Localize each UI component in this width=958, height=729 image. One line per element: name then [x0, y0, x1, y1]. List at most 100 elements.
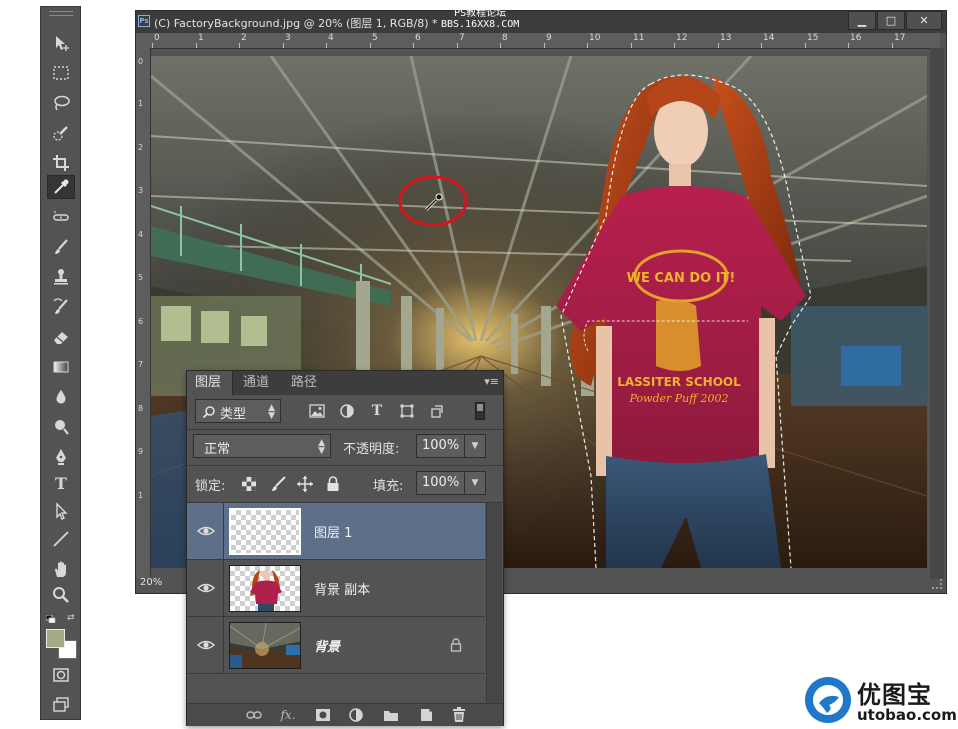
zoom-tool-icon[interactable]	[47, 583, 75, 607]
bird-logo-icon	[805, 677, 851, 723]
mask-icon[interactable]	[314, 707, 332, 723]
filter-type-icon[interactable]: T	[367, 401, 387, 421]
layer-name[interactable]: 背景 副本	[314, 579, 370, 598]
tab-layers[interactable]: 图层	[187, 371, 233, 395]
path-selection-tool-icon[interactable]	[47, 499, 75, 523]
layer-name[interactable]: 背景	[314, 636, 340, 655]
ruler-label: 8	[138, 404, 144, 413]
eraser-tool-icon[interactable]	[47, 325, 75, 349]
horizontal-ruler[interactable]: 0 1 2 3 4 5 6 7 8 9 10 11 12 13 14 15 16…	[150, 33, 940, 49]
ruler-label: 1	[198, 33, 204, 43]
lock-all-icon[interactable]	[324, 475, 342, 493]
move-tool-icon[interactable]	[47, 31, 75, 55]
logo-text: 优图宝	[857, 681, 932, 709]
ruler-label: 9	[138, 447, 144, 456]
hand-tool-icon[interactable]	[47, 557, 75, 581]
tab-channels[interactable]: 通道	[235, 371, 281, 395]
ruler-label: 10	[589, 33, 601, 43]
document-titlebar[interactable]: Ps (C) FactoryBackground.jpg @ 20% (图层 1…	[136, 8, 946, 33]
maximize-icon: □	[885, 14, 897, 27]
clone-stamp-tool-icon[interactable]	[47, 265, 75, 289]
layers-panel: 图层 通道 路径 ▾≡ 类型 ▲ ▼ T 正常 ▲ ▼ 不透明度: 100% ▼ 锁…	[186, 370, 504, 726]
zoom-level[interactable]: 20%	[140, 577, 162, 588]
ruler-label: 8	[502, 33, 508, 43]
swap-colors-icon[interactable]: ⇄	[67, 613, 75, 623]
brush-tool-icon[interactable]	[47, 235, 75, 259]
filter-toggle-switch[interactable]	[475, 402, 485, 420]
lock-transparent-pixels-icon[interactable]	[240, 475, 258, 493]
opacity-label: 不透明度:	[343, 442, 400, 457]
toolbar-grip[interactable]	[49, 11, 73, 16]
ruler-origin[interactable]	[136, 33, 150, 48]
fill-dropdown-icon[interactable]: ▼	[464, 472, 485, 494]
maximize-button[interactable]: □	[877, 11, 905, 30]
ruler-label: 16	[850, 33, 862, 43]
fx-icon[interactable]: fx.	[279, 707, 297, 723]
vertical-ruler[interactable]: 0 1 2 3 4 5 6 7 8 9 1	[136, 48, 151, 579]
quick-selection-tool-icon[interactable]	[47, 121, 75, 145]
ruler-label: 14	[763, 33, 775, 43]
new-layer-icon[interactable]	[417, 707, 435, 723]
type-tool-glyph: T	[55, 473, 67, 493]
photoshop-icon: Ps	[138, 15, 150, 27]
panel-menu-icon[interactable]: ▾≡	[484, 375, 499, 388]
filter-smart-object-icon[interactable]	[427, 401, 447, 421]
close-icon: ✕	[919, 14, 929, 27]
blend-mode-dropdown[interactable]: 正常 ▲ ▼	[193, 434, 331, 458]
visibility-eye-icon[interactable]	[197, 636, 215, 654]
filter-pixel-icon[interactable]	[307, 401, 327, 421]
vertical-scrollbar[interactable]	[930, 48, 944, 579]
ruler-label: 0	[138, 57, 144, 66]
layer-thumbnail	[229, 508, 301, 555]
girl-thumbnail-image	[250, 570, 282, 611]
ruler-label: 13	[720, 33, 732, 43]
resize-grip[interactable]	[932, 579, 942, 589]
dodge-tool-icon[interactable]	[47, 415, 75, 439]
eyedropper-tool-icon[interactable]	[47, 175, 75, 199]
pen-tool-icon[interactable]	[47, 445, 75, 469]
ruler-label: 9	[546, 33, 552, 43]
ruler-label: 11	[633, 33, 645, 43]
opacity-value: 100%	[422, 438, 460, 453]
tab-paths[interactable]: 路径	[283, 371, 329, 395]
ruler-label: 4	[138, 230, 144, 239]
crop-tool-icon[interactable]	[47, 151, 75, 175]
trash-icon[interactable]	[450, 707, 468, 723]
visibility-eye-icon[interactable]	[197, 522, 215, 540]
layer-name[interactable]: 图层 1	[314, 522, 352, 541]
filter-shape-icon[interactable]	[397, 401, 417, 421]
gradient-tool-icon[interactable]	[47, 355, 75, 379]
document-title: (C) FactoryBackground.jpg @ 20% (图层 1, R…	[154, 17, 438, 30]
filter-adjustment-icon[interactable]	[337, 401, 357, 421]
spot-healing-tool-icon[interactable]	[47, 205, 75, 229]
default-colors-icon[interactable]	[46, 615, 56, 623]
lasso-tool-icon[interactable]	[47, 91, 75, 115]
layer-row-background[interactable]: 背景	[187, 617, 485, 674]
layer-filter-dropdown[interactable]: 类型 ▲ ▼	[195, 399, 281, 423]
layer-thumbnail	[229, 565, 301, 612]
lock-image-pixels-icon[interactable]	[269, 475, 287, 493]
opacity-dropdown-icon[interactable]: ▼	[464, 435, 485, 457]
lock-label: 锁定:	[195, 479, 226, 494]
layer-row-layer-1[interactable]: 图层 1	[187, 503, 485, 560]
layers-scrollbar[interactable]	[486, 503, 502, 703]
link-icon[interactable]	[245, 707, 263, 723]
close-button[interactable]: ✕	[906, 11, 942, 30]
visibility-eye-icon[interactable]	[197, 579, 215, 597]
ruler-label: 5	[372, 33, 378, 43]
blur-tool-icon[interactable]	[47, 385, 75, 409]
lock-position-icon[interactable]	[296, 475, 314, 493]
quick-mask-icon[interactable]	[47, 663, 75, 687]
foreground-color-swatch[interactable]	[46, 629, 65, 648]
folder-icon[interactable]	[382, 707, 400, 723]
marquee-tool-icon[interactable]	[47, 61, 75, 85]
line-tool-icon[interactable]	[47, 527, 75, 551]
history-brush-tool-icon[interactable]	[47, 295, 75, 319]
screen-mode-icon[interactable]	[47, 693, 75, 717]
type-tool-icon[interactable]: T	[47, 471, 75, 495]
layer-row-background-copy[interactable]: 背景 副本	[187, 560, 485, 617]
adjustment-icon[interactable]	[347, 707, 365, 723]
fill-field[interactable]: 100% ▼	[416, 471, 486, 495]
minimize-button[interactable]: ▁	[848, 11, 876, 30]
opacity-field[interactable]: 100% ▼	[416, 434, 486, 458]
